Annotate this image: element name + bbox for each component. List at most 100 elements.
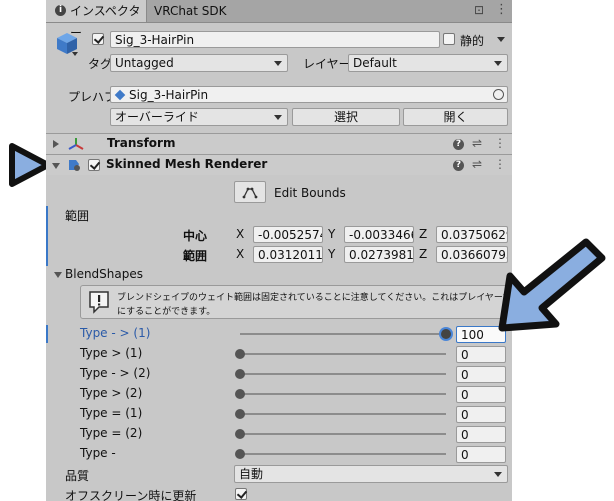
info-bubble-icon	[89, 291, 109, 314]
edit-bounds-icon	[242, 187, 258, 199]
renderer-enabled-checkbox[interactable]	[88, 159, 100, 171]
blendshapes-help-box: ブレンドシェイプのウェイト範囲は固定されていることに注意してください。これはプレ…	[80, 285, 512, 319]
transform-presets-icon[interactable]: ⇌	[472, 136, 482, 150]
extent-x-input[interactable]: 0.03120118	[253, 246, 323, 263]
active-checkbox[interactable]	[92, 33, 104, 45]
prefab-asset-icon	[114, 89, 126, 101]
blendshape-value-input[interactable]: 0	[456, 386, 506, 403]
blendshape-value-input[interactable]: 0	[456, 406, 506, 423]
bounds-center-label: 中心	[183, 229, 208, 243]
prefab-field[interactable]: Sig_3-HairPin	[110, 86, 508, 103]
tag-value: Untagged	[115, 56, 174, 70]
skinned-mesh-renderer-header[interactable]: Skinned Mesh Renderer ? ⇌ ⋮	[46, 154, 512, 175]
annotation-arrow-left-icon	[9, 143, 51, 187]
select-button[interactable]: 選択	[292, 108, 400, 126]
renderer-help-icon[interactable]: ?	[453, 160, 464, 171]
blendshape-name: Type = (2)	[80, 426, 143, 440]
blendshape-slider-track[interactable]	[240, 333, 446, 335]
info-icon: i	[55, 5, 66, 16]
prefab-value: Sig_3-HairPin	[129, 88, 209, 102]
transform-help-icon[interactable]: ?	[453, 139, 464, 150]
transform-foldout-icon[interactable]	[53, 140, 59, 148]
blendshape-slider-track[interactable]	[240, 413, 446, 415]
blendshape-slider-knob[interactable]	[235, 349, 245, 359]
overrides-dropdown[interactable]: オーバーライド	[110, 108, 288, 126]
blendshape-slider-knob[interactable]	[235, 449, 245, 459]
renderer-presets-icon[interactable]: ⇌	[472, 157, 482, 171]
extent-y-input[interactable]: 0.02739815	[344, 246, 414, 263]
bounds-modified-indicator	[46, 206, 48, 266]
layer-label: レイヤー	[303, 57, 351, 71]
center-x-input[interactable]: -0.00525749	[253, 226, 323, 243]
layer-dropdown[interactable]: Default	[348, 54, 508, 72]
static-label: 静的	[460, 34, 485, 48]
blendshape-name: Type - > (2)	[80, 366, 151, 380]
blendshape-slider-knob[interactable]	[235, 429, 245, 439]
prefab-label: プレハブ	[68, 90, 117, 104]
blendshape-value-input[interactable]: 0	[456, 446, 506, 463]
blendshape-slider-track[interactable]	[240, 373, 446, 375]
quality-value: 自動	[239, 467, 264, 481]
blendshape-name: Type = (1)	[80, 406, 143, 420]
lock-icon[interactable]: ⊡	[474, 3, 484, 17]
annotation-arrow-diagonal-icon	[498, 238, 606, 332]
blendshape-slider-track[interactable]	[240, 393, 446, 395]
blendshapes-label[interactable]: BlendShapes	[65, 267, 143, 281]
blendshape-name: Type -	[80, 446, 116, 460]
inspector-panel: i インスペクター VRChat SDK ⊡ ⋮ Sig_3-HairPin 静…	[46, 0, 512, 501]
center-y-label: Y	[328, 227, 336, 241]
static-dropdown-arrow-icon[interactable]	[497, 37, 505, 42]
renderer-foldout-icon[interactable]	[52, 163, 60, 169]
blendshape-slider-knob[interactable]	[235, 409, 245, 419]
transform-header[interactable]: Transform ? ⇌ ⋮	[46, 133, 512, 154]
icon-dropdown-arrow-icon[interactable]	[72, 52, 78, 56]
quality-label: 品質	[65, 469, 90, 483]
bounds-extent-label: 範囲	[183, 249, 208, 263]
blendshape-slider-knob[interactable]	[441, 329, 451, 339]
tab-inspector[interactable]: i インスペクター	[46, 0, 147, 40]
blendshape-value-input[interactable]: 0	[456, 346, 506, 363]
blendshape-modified-indicator	[46, 325, 48, 343]
tab-vrchat-sdk-label: VRChat SDK	[154, 4, 227, 18]
center-z-label: Z	[419, 227, 428, 241]
blendshape-name: Type > (2)	[80, 386, 143, 400]
blendshape-value-input[interactable]: 0	[456, 426, 506, 443]
object-picker-icon[interactable]	[493, 89, 504, 100]
help-text-line2: にすることができます。	[117, 307, 216, 317]
kebab-menu-icon[interactable]: ⋮	[495, 2, 508, 17]
skinned-mesh-icon	[69, 160, 80, 171]
transform-title: Transform	[107, 136, 176, 150]
tab-vrchat-sdk[interactable]: VRChat SDK	[154, 0, 274, 22]
extent-z-label: Z	[419, 247, 428, 261]
tab-bar: i インスペクター VRChat SDK ⊡ ⋮	[46, 0, 512, 40]
blendshape-slider-track[interactable]	[240, 353, 446, 355]
open-button[interactable]: 開く	[403, 108, 508, 126]
offscreen-checkbox[interactable]	[235, 488, 247, 500]
blendshape-value-input[interactable]: 0	[456, 366, 506, 383]
center-y-input[interactable]: -0.0033466	[344, 226, 414, 243]
blendshape-name: Type - > (1)	[80, 326, 151, 340]
blendshape-slider-track[interactable]	[240, 433, 446, 435]
quality-dropdown[interactable]: 自動	[234, 465, 508, 483]
tag-dropdown[interactable]: Untagged	[110, 54, 288, 72]
layer-value: Default	[353, 56, 397, 70]
static-checkbox[interactable]	[443, 33, 455, 45]
help-text-line1: ブレンドシェイプのウェイト範囲は固定されていることに注意してください。これはプレ…	[117, 293, 512, 303]
center-x-label: X	[236, 227, 245, 241]
blendshape-name: Type > (1)	[80, 346, 143, 360]
edit-bounds-button[interactable]	[234, 181, 266, 203]
transform-axes-icon	[68, 138, 84, 150]
blendshape-slider-track[interactable]	[240, 453, 446, 455]
edit-bounds-label: Edit Bounds	[274, 186, 346, 200]
extent-y-label: Y	[328, 247, 336, 261]
renderer-title: Skinned Mesh Renderer	[106, 157, 268, 171]
object-name-input[interactable]: Sig_3-HairPin	[110, 31, 440, 48]
blendshapes-foldout-icon[interactable]	[54, 272, 62, 278]
blendshape-slider-knob[interactable]	[235, 369, 245, 379]
renderer-menu-icon[interactable]: ⋮	[494, 157, 506, 171]
transform-menu-icon[interactable]: ⋮	[494, 136, 506, 150]
tag-label: タグ	[88, 57, 113, 71]
blendshape-slider-knob[interactable]	[235, 389, 245, 399]
overrides-value: オーバーライド	[115, 110, 199, 124]
extent-x-label: X	[236, 247, 245, 261]
